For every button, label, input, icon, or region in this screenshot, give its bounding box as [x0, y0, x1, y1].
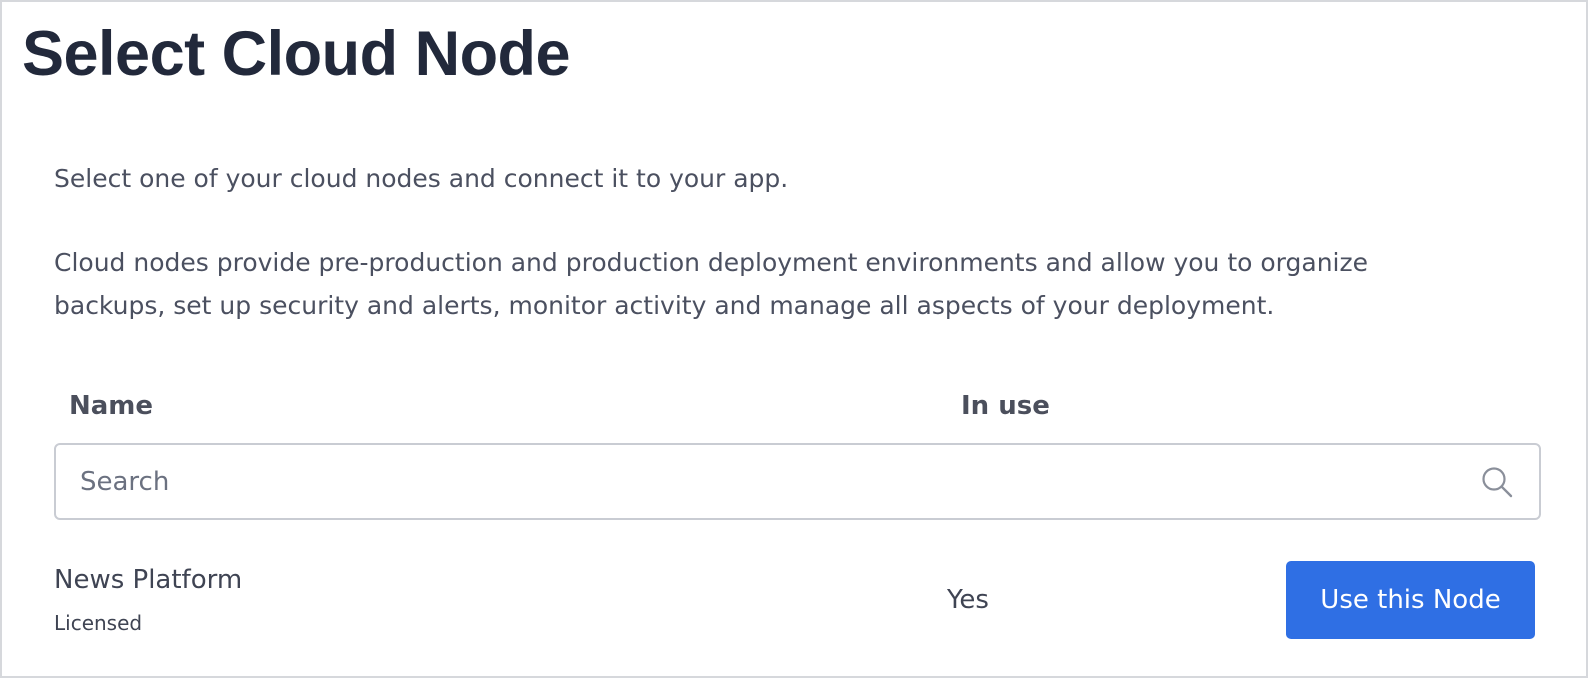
search-input[interactable] [56, 445, 1479, 518]
description-text: Cloud nodes provide pre-production and p… [54, 248, 1369, 320]
table-row: News Platform Yes Use this Node [54, 558, 1536, 648]
column-header-name: Name [69, 391, 154, 421]
search-box [54, 443, 1541, 520]
column-header-in-use: In use [961, 391, 1050, 421]
use-this-node-button[interactable]: Use this Node [1286, 561, 1535, 639]
node-license-status: Licensed [54, 611, 143, 635]
page-title: Select Cloud Node [22, 19, 571, 89]
node-name: News Platform [54, 565, 243, 595]
select-cloud-node-panel: Select Cloud Node Select one of your clo… [0, 0, 1588, 678]
search-icon[interactable] [1479, 464, 1515, 500]
node-in-use-value: Yes [947, 585, 989, 615]
intro-text: Select one of your cloud nodes and conne… [54, 164, 789, 193]
